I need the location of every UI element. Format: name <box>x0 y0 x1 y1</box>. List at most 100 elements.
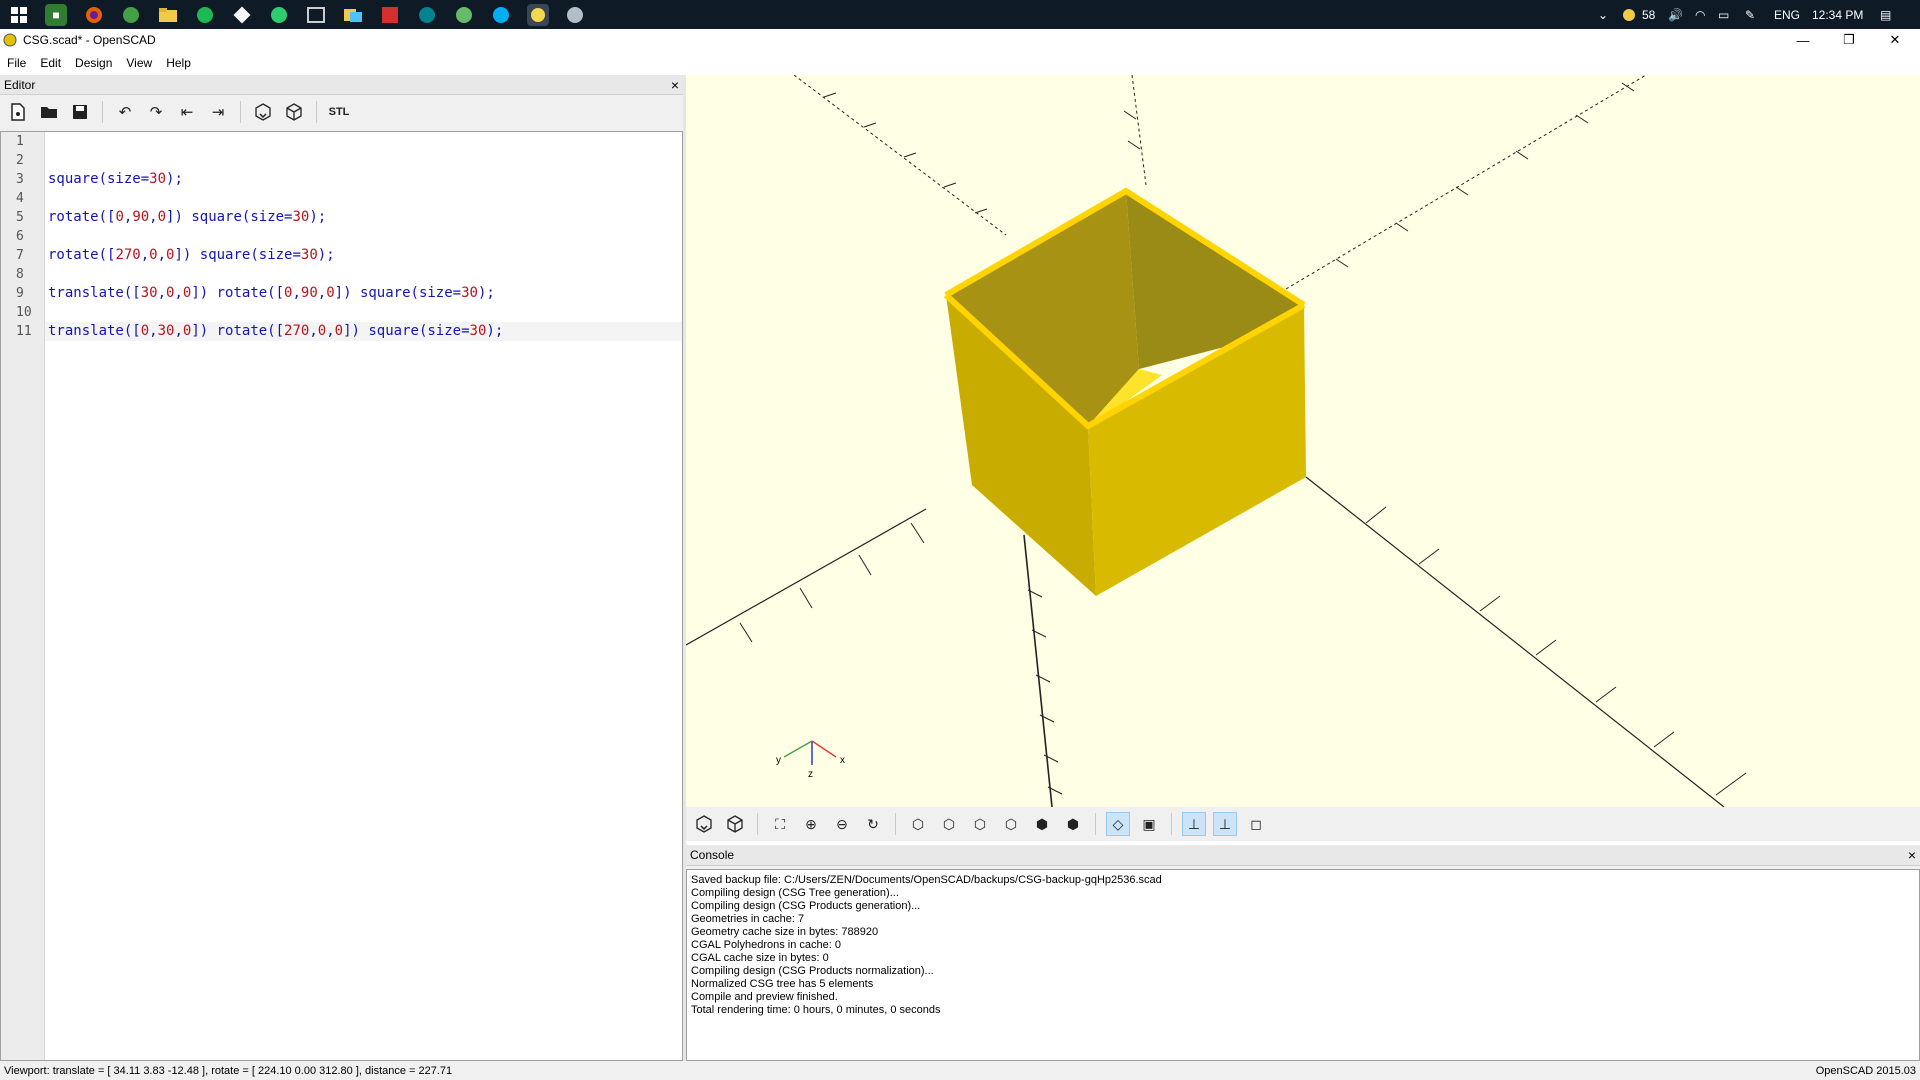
reset-view-button[interactable]: ↻ <box>861 812 885 836</box>
taskbar-app-green[interactable] <box>120 4 142 26</box>
code-line[interactable]: translate([0,30,0]) rotate([270,0,0]) sq… <box>45 322 682 341</box>
start-button[interactable] <box>8 4 30 26</box>
code-line[interactable]: rotate([270,0,0]) square(size=30); <box>45 246 682 265</box>
taskbar-app-openscad[interactable] <box>527 4 549 26</box>
show-edges-button[interactable]: ◻ <box>1244 812 1268 836</box>
view-preview-button[interactable] <box>692 812 716 836</box>
code-line[interactable]: square(size=30); <box>45 170 682 189</box>
view-left-button[interactable]: ⬡ <box>999 812 1023 836</box>
view-bottom-button[interactable]: ⬡ <box>968 812 992 836</box>
stl-icon: STL <box>328 106 350 118</box>
taskbar-app-skype[interactable] <box>490 4 512 26</box>
view-back-button[interactable]: ⬢ <box>1061 812 1085 836</box>
3d-viewport[interactable]: x y z <box>686 75 1920 807</box>
unindent-button[interactable]: ⇤ <box>175 100 199 124</box>
volume-icon[interactable]: 🔊 <box>1668 0 1683 29</box>
viewport-canvas[interactable]: x y z <box>686 75 1920 807</box>
undo-button[interactable]: ↶ <box>113 100 137 124</box>
indent-button[interactable]: ⇥ <box>206 100 230 124</box>
taskbar-app-acrobat[interactable] <box>379 4 401 26</box>
app-icon <box>271 7 287 23</box>
taskbar-app-spotify[interactable] <box>194 4 216 26</box>
taskbar-app-yellow[interactable] <box>342 4 364 26</box>
code-token: square(size= <box>48 171 150 187</box>
code-line[interactable] <box>45 227 682 246</box>
code-line[interactable] <box>45 303 682 322</box>
weather-widget[interactable]: 58 <box>1622 0 1655 29</box>
clock[interactable]: 12:34 PM <box>1812 0 1863 29</box>
close-window-button[interactable]: ✕ <box>1872 29 1918 51</box>
code-line[interactable] <box>45 132 682 151</box>
zoom-out-button[interactable]: ⊖ <box>830 812 854 836</box>
taskbar-app-notepad[interactable]: ■ <box>45 4 67 26</box>
code-line[interactable] <box>45 151 682 170</box>
show-scale-button[interactable]: ⊥ <box>1213 812 1237 836</box>
new-file-button[interactable] <box>6 100 30 124</box>
tray-chevron-icon[interactable]: ⌄ <box>1598 0 1608 29</box>
taskbar-app-infinity[interactable] <box>416 4 438 26</box>
gizmo-x-label: x <box>840 755 845 766</box>
taskbar-app-globe[interactable] <box>453 4 475 26</box>
battery-icon[interactable]: ▭ <box>1718 0 1729 29</box>
code-line[interactable] <box>45 189 682 208</box>
orthogonal-button[interactable]: ▣ <box>1137 812 1161 836</box>
menu-edit[interactable]: Edit <box>33 56 68 70</box>
restore-button[interactable]: ❐ <box>1826 29 1872 51</box>
view-top-button[interactable]: ⬡ <box>937 812 961 836</box>
editor-toolbar: ↶ ↷ ⇤ ⇥ STL <box>0 95 683 129</box>
menu-design[interactable]: Design <box>68 56 119 70</box>
save-file-button[interactable] <box>68 100 92 124</box>
show-axes-icon: ⊥ <box>1187 815 1201 832</box>
zoom-in-button[interactable]: ⊕ <box>799 812 823 836</box>
view-front-button[interactable]: ⬢ <box>1030 812 1054 836</box>
language-indicator[interactable]: ENG <box>1774 0 1800 29</box>
view-left-icon: ⬡ <box>1004 815 1018 832</box>
folder-icon <box>159 8 177 22</box>
line-number: 10 <box>16 305 32 320</box>
code-token: 30 <box>461 285 478 301</box>
taskbar-app-git[interactable] <box>231 4 253 26</box>
taskbar-app-window[interactable] <box>305 4 327 26</box>
console-output[interactable]: Saved backup file: C:/Users/ZEN/Document… <box>686 869 1920 1061</box>
code-lines[interactable]: square(size=30); rotate([0,90,0]) square(… <box>45 132 682 341</box>
network-icon[interactable]: ◠ <box>1695 0 1705 29</box>
export-stl-button[interactable]: STL <box>327 100 351 124</box>
view-right-button[interactable]: ⬡ <box>906 812 930 836</box>
open-file-button[interactable] <box>37 100 61 124</box>
version-label: OpenSCAD 2015.03 <box>1815 1064 1916 1077</box>
code-editor[interactable]: 1 2 3 4 5 6 7 8 9 10 11 square(size=30); rotate([0,… <box>0 131 683 1061</box>
view-render-button[interactable] <box>723 812 747 836</box>
axis-gizmo: x y z <box>776 740 845 780</box>
editor-close-button[interactable]: × <box>671 77 679 93</box>
notifications-icon[interactable]: ▤ <box>1880 0 1891 29</box>
code-token: , <box>317 285 327 301</box>
app-icon <box>123 7 139 23</box>
render-icon <box>727 815 743 833</box>
menu-view[interactable]: View <box>119 56 159 70</box>
line-number: 9 <box>16 286 24 301</box>
minimize-button[interactable]: — <box>1780 29 1826 51</box>
console-line: Geometry cache size in bytes: 788920 <box>691 926 879 938</box>
line-number: 11 <box>16 324 32 339</box>
menu-file[interactable]: File <box>0 56 33 70</box>
axis-z-negative <box>1023 534 1053 807</box>
taskbar-app-arrow[interactable] <box>268 4 290 26</box>
show-axes-button[interactable]: ⊥ <box>1182 812 1206 836</box>
code-line[interactable]: rotate([0,90,0]) square(size=30); <box>45 208 682 227</box>
taskbar: ■ ⌄ 58 🔊 ◠ ▭ ✎ ENG 12:34 PM ▤ <box>0 0 1920 29</box>
render-button[interactable] <box>282 100 306 124</box>
taskbar-app-firefox[interactable] <box>83 4 105 26</box>
console-line: Compiling design (CSG Products generatio… <box>691 900 921 912</box>
view-all-button[interactable]: ⛶ <box>768 812 792 836</box>
taskbar-app-explorer[interactable] <box>157 4 179 26</box>
code-line[interactable]: translate([30,0,0]) rotate([0,90,0]) squ… <box>45 284 682 303</box>
gizmo-y-axis <box>783 740 813 758</box>
menu-help[interactable]: Help <box>159 56 198 70</box>
preview-button[interactable] <box>251 100 275 124</box>
console-close-button[interactable]: × <box>1908 847 1916 863</box>
redo-button[interactable]: ↷ <box>144 100 168 124</box>
perspective-button[interactable]: ◇ <box>1106 812 1130 836</box>
taskbar-app-gray[interactable] <box>564 4 586 26</box>
pen-icon[interactable]: ✎ <box>1745 0 1755 29</box>
code-line[interactable] <box>45 265 682 284</box>
